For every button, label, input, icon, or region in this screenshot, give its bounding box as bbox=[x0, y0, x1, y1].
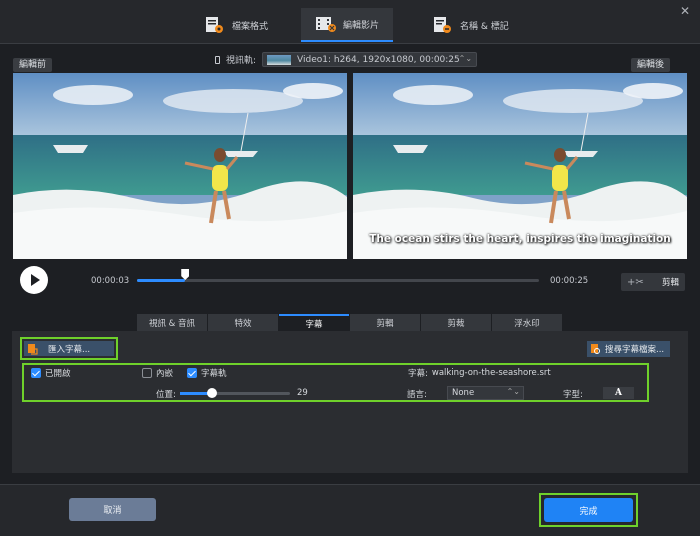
font-label: 字型: bbox=[563, 390, 583, 400]
video-track-value: Video1: h264, 1920x1080, 00:00:25 bbox=[297, 54, 460, 65]
tab-edit-video[interactable]: 編輯影片 bbox=[301, 8, 394, 42]
subtitle-track-checkbox[interactable] bbox=[187, 368, 197, 378]
progress-fill bbox=[137, 279, 186, 282]
cut-label: 剪輯 bbox=[661, 278, 679, 288]
done-button[interactable]: 完成 bbox=[544, 498, 633, 522]
chevron-updown-icon: ⌃⌄ bbox=[458, 54, 473, 63]
language-label: 語言: bbox=[407, 390, 427, 400]
subtitle-file-label: 字幕: bbox=[408, 369, 428, 379]
video-before bbox=[13, 73, 347, 259]
tab-video-audio[interactable]: 視訊 & 音訊 bbox=[137, 314, 207, 331]
video-after: The ocean stirs the heart, inspires the … bbox=[353, 73, 687, 259]
tab-effects[interactable]: 特效 bbox=[208, 314, 278, 331]
beach-scene-after bbox=[353, 73, 687, 259]
before-label: 編輯前 bbox=[13, 58, 53, 72]
subtitle-file-row: 字幕: walking-on-the-seashore.srt bbox=[408, 367, 551, 379]
beach-scene-before bbox=[13, 73, 347, 259]
subtitle-settings-highlight bbox=[22, 363, 649, 402]
video-track-label: 視訊軌: bbox=[226, 56, 257, 66]
file-format-icon bbox=[204, 16, 224, 34]
tab-watermark[interactable]: 浮水印 bbox=[492, 314, 562, 331]
total-time: 00:00:25 bbox=[550, 276, 589, 286]
name-tag-icon bbox=[432, 16, 452, 34]
enabled-checkbox[interactable] bbox=[31, 368, 41, 378]
position-slider-knob[interactable] bbox=[206, 388, 217, 398]
subtitle-overlay: The ocean stirs the heart, inspires the … bbox=[369, 233, 671, 245]
scissors-add-icon: +✂ bbox=[627, 276, 644, 288]
enabled-checkbox-row[interactable]: 已開啟 bbox=[31, 367, 71, 379]
after-label: 編輯後 bbox=[631, 58, 671, 72]
tab-edit-video-label: 編輯影片 bbox=[343, 20, 380, 31]
tab-clip[interactable]: 剪輯 bbox=[350, 314, 420, 331]
tab-crop[interactable]: 剪裁 bbox=[421, 314, 491, 331]
video-track-select[interactable]: Video1: h264, 1920x1080, 00:00:25 ⌃⌄ bbox=[262, 52, 478, 67]
tab-name-tag-label: 名稱 & 標記 bbox=[460, 21, 509, 32]
import-subtitle-button[interactable]: 匯入字幕... bbox=[20, 337, 118, 360]
tab-file-format-label: 檔案格式 bbox=[232, 21, 269, 32]
font-button[interactable]: A bbox=[603, 387, 634, 399]
cut-button[interactable]: +✂ 剪輯 bbox=[621, 273, 685, 291]
subtitle-track-checkbox-row[interactable]: 字幕軌 bbox=[187, 367, 227, 379]
tab-subtitle[interactable]: 字幕 bbox=[279, 314, 349, 331]
language-select[interactable]: None ⌃⌄ bbox=[447, 386, 524, 400]
top-tab-bar: 檔案格式 編輯影片 名稱 & 標記 ✕ bbox=[0, 0, 700, 44]
chevron-updown-icon: ⌃⌄ bbox=[506, 387, 520, 396]
edit-video-icon bbox=[315, 15, 336, 33]
position-label: 位置: bbox=[156, 390, 176, 400]
embedded-checkbox[interactable] bbox=[142, 368, 152, 378]
progress-bar[interactable] bbox=[137, 269, 539, 282]
position-value: 29 bbox=[297, 388, 308, 398]
close-icon[interactable]: ✕ bbox=[678, 4, 692, 18]
cancel-button[interactable]: 取消 bbox=[69, 498, 156, 521]
search-file-icon bbox=[591, 344, 601, 354]
embedded-label: 內嵌 bbox=[156, 369, 174, 379]
phone-icon bbox=[215, 55, 220, 64]
enabled-label: 已開啟 bbox=[45, 369, 71, 379]
tab-name-tag[interactable]: 名稱 & 標記 bbox=[418, 8, 523, 42]
video-track-row: 視訊軌: Video1: h264, 1920x1080, 00:00:25 ⌃… bbox=[215, 52, 478, 67]
import-subtitle-label: 匯入字幕... bbox=[48, 344, 91, 355]
embedded-checkbox-row[interactable]: 內嵌 bbox=[142, 367, 173, 379]
language-value: None bbox=[452, 388, 475, 398]
import-file-icon bbox=[28, 343, 38, 355]
subtitle-file-name: walking-on-the-seashore.srt bbox=[431, 368, 551, 378]
search-subtitle-button[interactable]: 搜尋字幕檔案... bbox=[587, 341, 670, 357]
video-thumbnail bbox=[267, 54, 292, 65]
current-time: 00:00:03 bbox=[91, 276, 130, 286]
position-slider[interactable] bbox=[180, 388, 290, 398]
search-subtitle-label: 搜尋字幕檔案... bbox=[605, 345, 665, 355]
edit-sub-tabs: 視訊 & 音訊 特效 字幕 剪輯 剪裁 浮水印 bbox=[137, 314, 562, 331]
subtitle-track-label: 字幕軌 bbox=[201, 369, 227, 379]
tab-file-format[interactable]: 檔案格式 bbox=[190, 8, 282, 42]
done-button-highlight: 完成 bbox=[539, 493, 638, 527]
play-button[interactable] bbox=[20, 266, 48, 294]
